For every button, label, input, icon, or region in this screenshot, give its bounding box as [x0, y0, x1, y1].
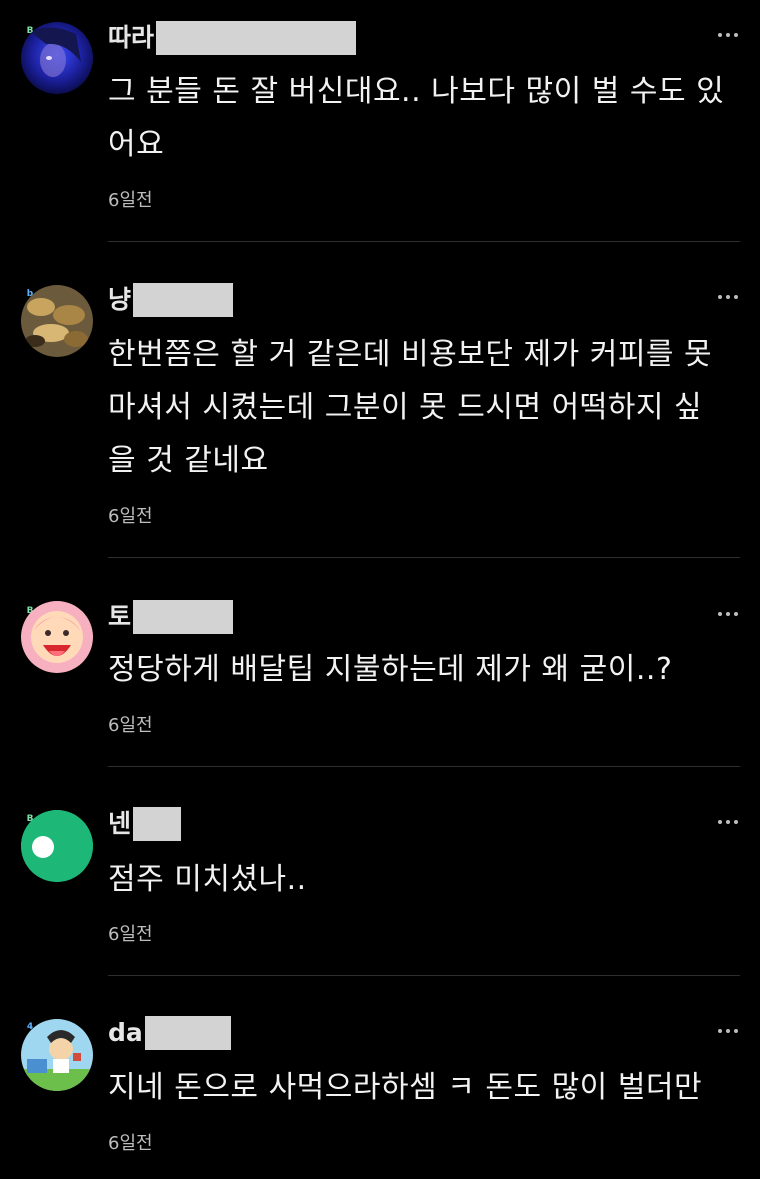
redacted-username [133, 807, 182, 841]
comment-text: 정당하게 배달팁 지불하는데 제가 왜 굳이..? [108, 643, 738, 696]
comment-text: 점주 미치셨나.. [108, 853, 738, 906]
avatar-image [21, 285, 93, 357]
more-options-icon[interactable] [718, 30, 738, 40]
username[interactable]: 토 [108, 597, 131, 637]
more-options-icon[interactable] [718, 292, 738, 302]
divider [108, 766, 740, 767]
divider [108, 241, 740, 242]
redacted-username [133, 283, 234, 317]
more-options-icon[interactable] [718, 1026, 738, 1036]
avatar[interactable] [21, 285, 93, 357]
avatar-image [21, 1019, 93, 1091]
comment-text-line: 정당하게 배달팁 지불하는데 제가 왜 굳이..? [108, 652, 673, 687]
comment-text-line: 그 분들 돈 잘 버신대요.. 나보다 많이 벌 수도 있 [108, 74, 725, 109]
more-options-icon[interactable] [718, 817, 738, 827]
avatar[interactable] [21, 22, 93, 94]
avatar-image [21, 22, 93, 94]
comment-text-line: 을 것 같네요 [108, 443, 269, 478]
comment-text-line: 지네 돈으로 사먹으라하셈 ㅋ 돈도 많이 벌더만 [108, 1070, 703, 1105]
avatar-image [21, 810, 93, 882]
divider [108, 975, 740, 976]
comment-text: 한번쯤은 할 거 같은데 비용보단 제가 커피를 못 마셔서 시켰는데 그분이 … [108, 328, 738, 487]
avatar[interactable] [21, 1019, 93, 1091]
more-options-icon[interactable] [718, 609, 738, 619]
timestamp: 6일전 [108, 1133, 153, 1154]
comment-item: B 따라 그 분들 돈 잘 버신대요.. 나보다 많이 벌 수도 있 어요 6일… [0, 0, 760, 242]
avatar[interactable] [21, 810, 93, 882]
divider [108, 557, 740, 558]
timestamp: 6일전 [108, 924, 153, 945]
comment-text-line: 점주 미치셨나.. [108, 862, 307, 897]
avatar[interactable] [21, 601, 93, 673]
comment-text: 지네 돈으로 사먹으라하셈 ㅋ 돈도 많이 벌더만 [108, 1061, 738, 1114]
avatar-image [21, 601, 93, 673]
username[interactable]: da [108, 1013, 143, 1053]
comment-text-line: 어요 [108, 127, 165, 162]
comment-text-line: 한번쯤은 할 거 같은데 비용보단 제가 커피를 못 [108, 337, 713, 372]
comment-text-line: 마셔서 시켰는데 그분이 못 드시면 어떡하지 싶 [108, 390, 703, 425]
comment-text: 그 분들 돈 잘 버신대요.. 나보다 많이 벌 수도 있 어요 [108, 65, 738, 171]
redacted-username [144, 1016, 231, 1050]
timestamp: 6일전 [108, 715, 153, 736]
redacted-username [156, 21, 357, 55]
redacted-username [133, 600, 234, 634]
username[interactable]: 따라 [108, 18, 154, 58]
timestamp: 6일전 [108, 190, 153, 211]
username[interactable]: 냥 [108, 280, 131, 320]
username[interactable]: 넨 [108, 804, 131, 844]
timestamp: 6일전 [108, 506, 153, 527]
